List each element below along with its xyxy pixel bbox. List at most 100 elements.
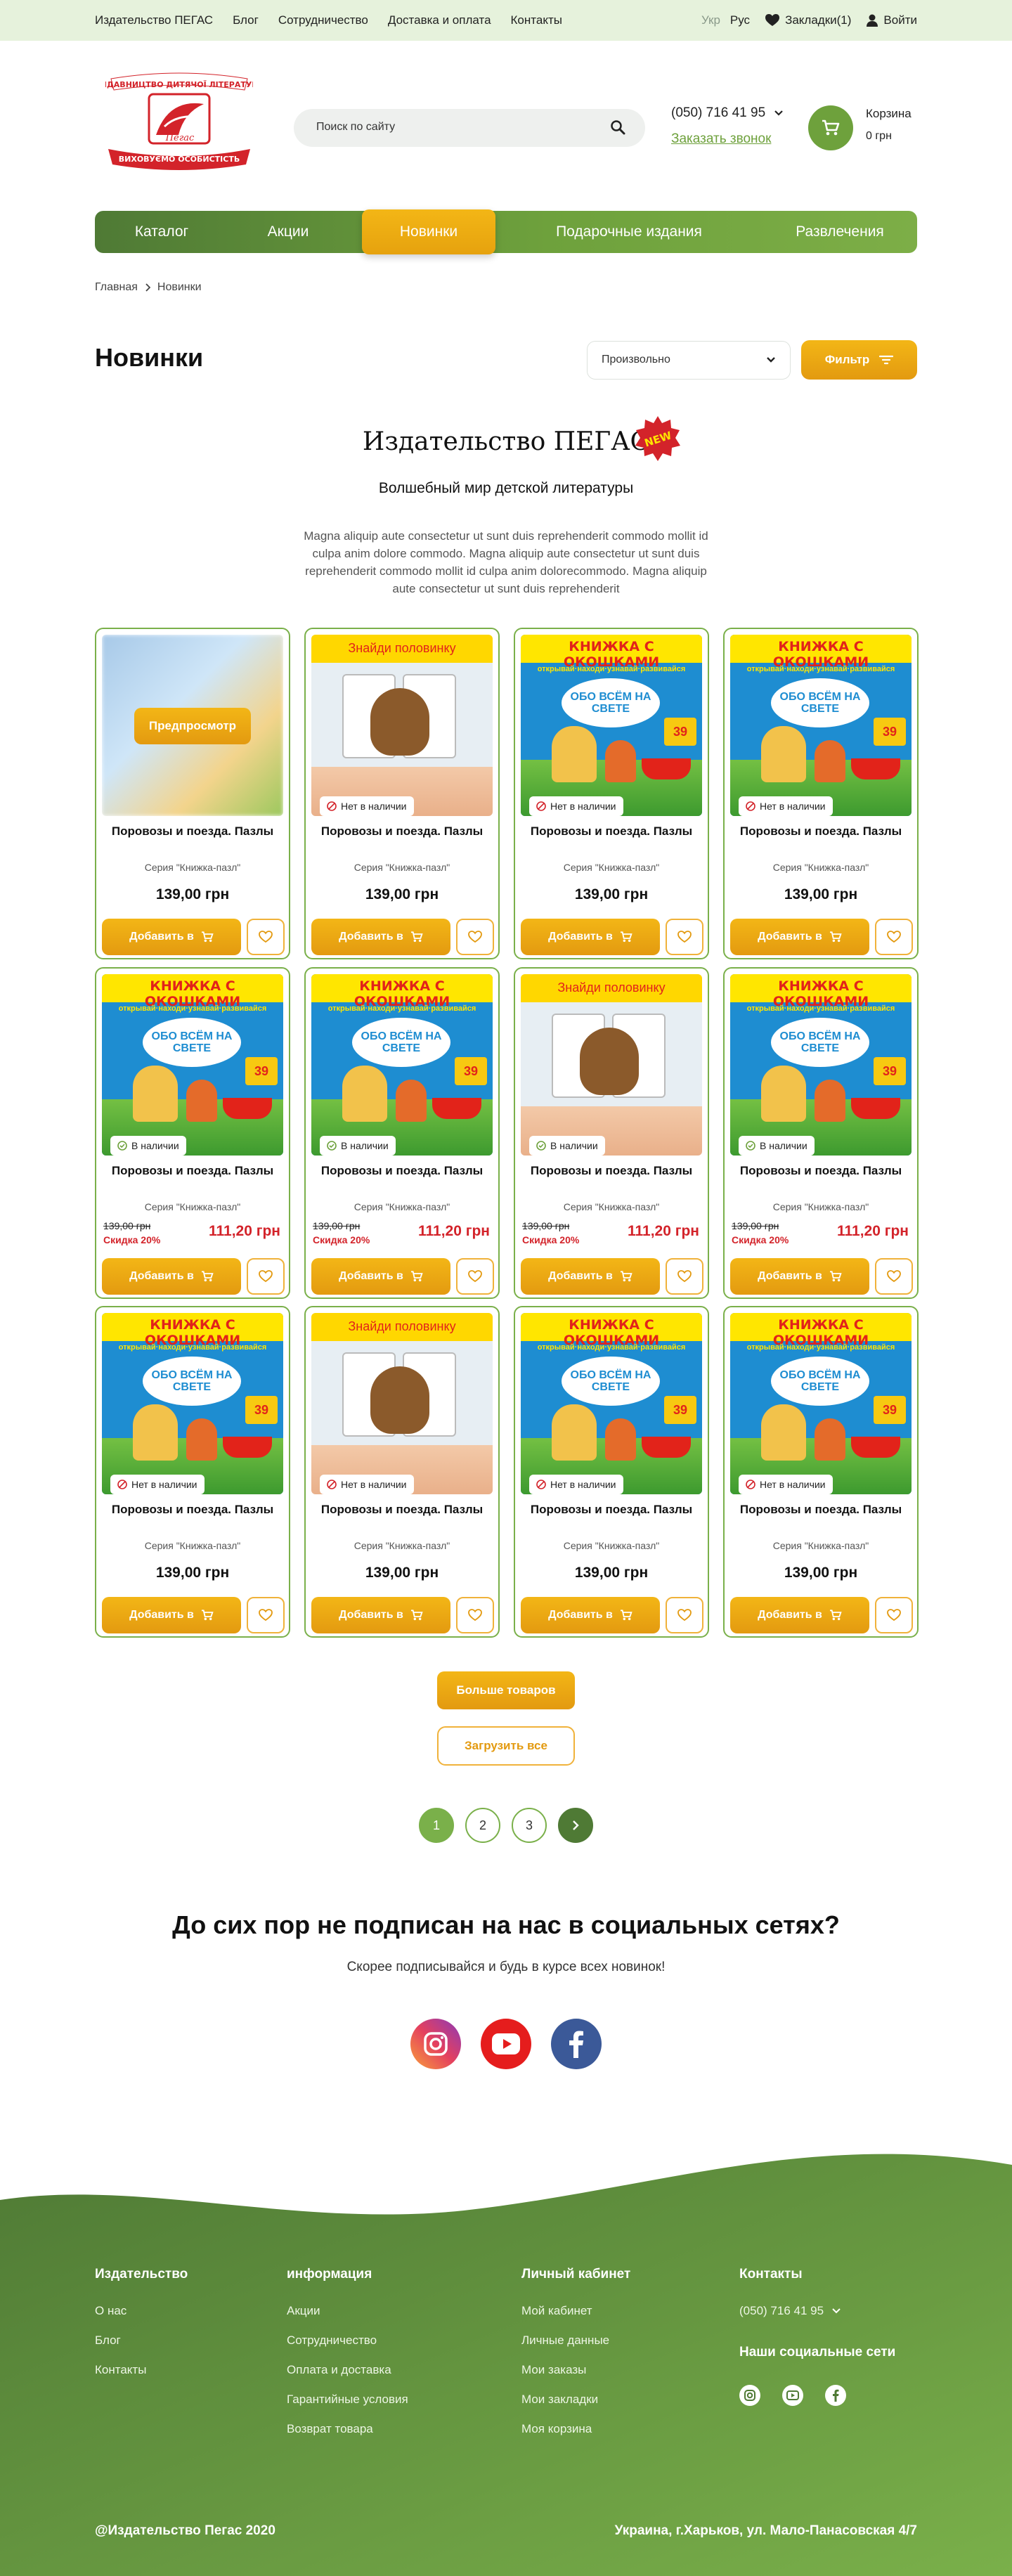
- add-to-bookmarks-button[interactable]: [456, 1597, 494, 1633]
- callback-link[interactable]: Заказать звонок: [671, 131, 771, 147]
- cart-title[interactable]: Корзина: [866, 107, 912, 121]
- add-to-bookmarks-button[interactable]: [666, 919, 703, 955]
- product-image[interactable]: Знайди половинку Нет в наличии: [311, 1313, 493, 1494]
- add-to-cart-button[interactable]: Добавить в: [311, 1258, 450, 1295]
- product-image[interactable]: КНИЖКА С ОКОШКАМИ открывай·находи·узнава…: [521, 635, 702, 816]
- add-to-bookmarks-button[interactable]: [247, 1597, 285, 1633]
- more-products-button[interactable]: Больше товаров: [437, 1671, 575, 1709]
- footer-link-about[interactable]: О нас: [95, 2304, 126, 2318]
- footer-link-contacts[interactable]: Контакты: [95, 2363, 146, 2377]
- top-link-cooperation[interactable]: Сотрудничество: [278, 13, 368, 27]
- footer-link-warranty[interactable]: Гарантийные условия: [287, 2393, 408, 2407]
- add-to-bookmarks-button[interactable]: [875, 1597, 913, 1633]
- footer-link-returns[interactable]: Возврат товара: [287, 2422, 373, 2436]
- product-image[interactable]: КНИЖКА С ОКОШКАМИ открывай·находи·узнава…: [102, 1313, 283, 1494]
- add-to-cart-button[interactable]: Добавить в: [521, 1597, 660, 1633]
- sort-select[interactable]: Произвольно: [587, 341, 791, 380]
- page-button-3[interactable]: 3: [512, 1808, 547, 1843]
- footer-link-cabinet[interactable]: Мой кабинет: [521, 2304, 592, 2318]
- add-to-cart-button[interactable]: Добавить в: [102, 919, 241, 955]
- footer-link-blog[interactable]: Блог: [95, 2334, 121, 2348]
- product-title[interactable]: Поровозы и поезда. Пазлы: [732, 1163, 910, 1179]
- nav-catalog[interactable]: Каталог: [109, 211, 214, 253]
- footer-link-cart[interactable]: Моя корзина: [521, 2422, 592, 2436]
- cart-button[interactable]: [808, 105, 853, 150]
- footer-facebook-icon[interactable]: [825, 2385, 846, 2406]
- product-title[interactable]: Поровозы и поезда. Пазлы: [313, 1163, 491, 1179]
- product-title[interactable]: Поровозы и поезда. Пазлы: [313, 823, 491, 840]
- add-to-cart-button[interactable]: Добавить в: [521, 1258, 660, 1295]
- footer-link-bookmarks[interactable]: Мои закладки: [521, 2393, 598, 2407]
- add-to-cart-button[interactable]: Добавить в: [730, 1258, 869, 1295]
- phone-dropdown[interactable]: (050) 716 41 95: [671, 105, 784, 121]
- product-image[interactable]: КНИЖКА С ОКОШКАМИ открывай·находи·узнава…: [730, 1313, 912, 1494]
- instagram-icon[interactable]: [410, 2019, 461, 2069]
- product-title[interactable]: Поровозы и поезда. Пазлы: [732, 823, 910, 840]
- nav-gift-editions[interactable]: Подарочные издания: [517, 211, 741, 253]
- product-image[interactable]: КНИЖКА С ОКОШКАМИ открывай·находи·узнава…: [521, 1313, 702, 1494]
- footer-instagram-icon[interactable]: [739, 2385, 760, 2406]
- add-to-cart-button[interactable]: Добавить в: [521, 919, 660, 955]
- product-title[interactable]: Поровозы и поезда. Пазлы: [732, 1501, 910, 1518]
- add-to-cart-button[interactable]: Добавить в: [311, 919, 450, 955]
- lang-ukr[interactable]: Укр: [701, 13, 720, 27]
- preview-button[interactable]: Предпросмотр: [134, 708, 251, 744]
- site-logo[interactable]: ВИДАВНИЦТВО ДИТЯЧОЇ ЛІТЕРАТУРИ Пегас ВИХ…: [94, 70, 264, 176]
- add-to-bookmarks-button[interactable]: [875, 1258, 913, 1295]
- add-to-bookmarks-button[interactable]: [666, 1258, 703, 1295]
- add-to-cart-button[interactable]: Добавить в: [102, 1258, 241, 1295]
- filter-button[interactable]: Фильтр: [801, 340, 917, 380]
- product-image[interactable]: КНИЖКА С ОКОШКАМИ открывай·находи·узнава…: [730, 974, 912, 1156]
- add-to-cart-button[interactable]: Добавить в: [730, 1597, 869, 1633]
- footer-link-promotions[interactable]: Акции: [287, 2304, 320, 2318]
- bookmarks-link[interactable]: Закладки(1): [765, 13, 851, 27]
- product-title[interactable]: Поровозы и поезда. Пазлы: [522, 1501, 701, 1518]
- login-link[interactable]: Войти: [867, 13, 917, 27]
- add-to-bookmarks-button[interactable]: [666, 1597, 703, 1633]
- nav-promotions[interactable]: Акции: [235, 211, 341, 253]
- search-box[interactable]: Поиск по сайту: [294, 109, 645, 147]
- next-page-button[interactable]: [558, 1808, 593, 1843]
- product-title[interactable]: Поровозы и поезда. Пазлы: [103, 1163, 282, 1179]
- add-to-cart-button[interactable]: Добавить в: [102, 1597, 241, 1633]
- search-icon[interactable]: [610, 119, 625, 135]
- page-button-2[interactable]: 2: [465, 1808, 500, 1843]
- add-to-cart-button[interactable]: Добавить в: [311, 1597, 450, 1633]
- top-link-pegas[interactable]: Издательство ПЕГАС: [95, 13, 213, 27]
- product-title[interactable]: Поровозы и поезда. Пазлы: [313, 1501, 491, 1518]
- product-image[interactable]: КНИЖКА С ОКОШКАМИ открывай·находи·узнава…: [311, 974, 493, 1156]
- product-image[interactable]: Знайди половинку Нет в наличии: [311, 635, 493, 816]
- add-to-bookmarks-button[interactable]: [456, 1258, 494, 1295]
- product-title[interactable]: Поровозы и поезда. Пазлы: [522, 1163, 701, 1179]
- product-image[interactable]: Знайди половинку В наличии: [521, 974, 702, 1156]
- footer-phone[interactable]: (050) 716 41 95: [739, 2304, 841, 2318]
- top-link-blog[interactable]: Блог: [233, 13, 259, 27]
- product-image[interactable]: КНИЖКА С ОКОШКАМИ открывай·находи·узнава…: [730, 635, 912, 816]
- facebook-icon[interactable]: [551, 2019, 602, 2069]
- add-to-cart-button[interactable]: Добавить в: [730, 919, 869, 955]
- footer-link-orders[interactable]: Мои заказы: [521, 2363, 586, 2377]
- add-to-bookmarks-button[interactable]: [247, 1258, 285, 1295]
- add-to-bookmarks-button[interactable]: [456, 919, 494, 955]
- add-to-bookmarks-button[interactable]: [875, 919, 913, 955]
- product-title[interactable]: Поровозы и поезда. Пазлы: [103, 1501, 282, 1518]
- footer-link-payment[interactable]: Оплата и доставка: [287, 2363, 391, 2377]
- product-image[interactable]: КНИЖКА С ОКОШКАМИ открывай·находи·узнава…: [102, 974, 283, 1156]
- top-link-delivery[interactable]: Доставка и оплата: [388, 13, 491, 27]
- youtube-icon[interactable]: [481, 2019, 531, 2069]
- lang-rus[interactable]: Рус: [730, 13, 750, 27]
- breadcrumb-home[interactable]: Главная: [95, 281, 138, 294]
- page-button-1[interactable]: 1: [419, 1808, 454, 1843]
- top-link-contacts[interactable]: Контакты: [511, 13, 562, 27]
- product-title[interactable]: Поровозы и поезда. Пазлы: [522, 823, 701, 840]
- add-to-bookmarks-button[interactable]: [247, 919, 285, 955]
- load-all-button[interactable]: Загрузить все: [437, 1726, 575, 1766]
- nav-entertainment[interactable]: Развлечения: [770, 211, 910, 253]
- footer-link-personal-data[interactable]: Личные данные: [521, 2334, 609, 2348]
- product-image[interactable]: Предпросмотр: [102, 635, 283, 816]
- footer-youtube-icon[interactable]: [782, 2385, 803, 2406]
- search-input[interactable]: Поиск по сайту: [316, 121, 395, 134]
- nav-new[interactable]: Новинки: [362, 209, 495, 254]
- footer-link-cooperation[interactable]: Сотрудничество: [287, 2334, 377, 2348]
- product-title[interactable]: Поровозы и поезда. Пазлы: [103, 823, 282, 840]
